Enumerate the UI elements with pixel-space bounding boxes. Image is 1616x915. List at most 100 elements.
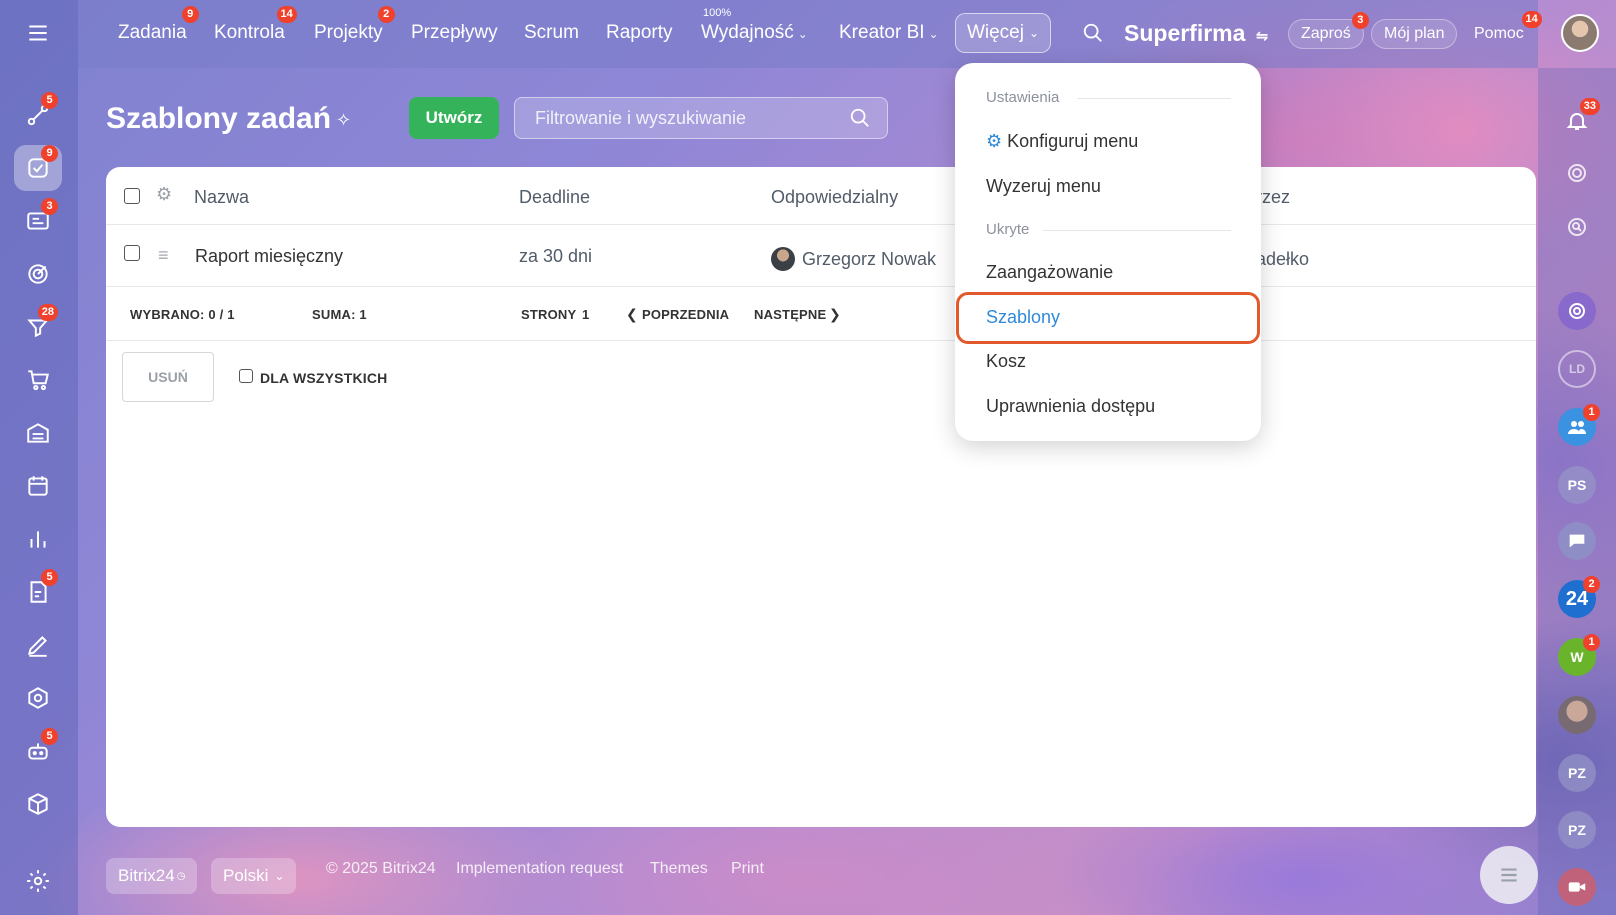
sidebar-item-automation[interactable] <box>14 675 62 721</box>
row-name[interactable]: Raport miesięczny <box>195 246 343 267</box>
gear-icon <box>27 870 49 892</box>
copilot-icon[interactable] <box>1558 292 1596 330</box>
chat-bubble-icon[interactable] <box>1558 522 1596 560</box>
reset-menu-item[interactable]: Wyzeruj menu <box>986 176 1101 197</box>
column-responsible[interactable]: Odpowiedzialny <box>771 187 898 208</box>
prev-page-link[interactable]: POPRZEDNIA <box>642 307 729 322</box>
column-name[interactable]: Nazwa <box>194 187 249 208</box>
row-responsible[interactable]: Grzegorz Nowak <box>802 249 936 270</box>
help-badge: 14 <box>1521 11 1542 28</box>
themes-link[interactable]: Themes <box>650 860 708 878</box>
nav-more-button[interactable]: Więcej ⌄ <box>955 13 1051 53</box>
permissions-menu-item[interactable]: Uprawnienia dostępu <box>986 396 1155 417</box>
target-icon[interactable] <box>1558 154 1596 192</box>
feed-badge: 28 <box>37 304 58 321</box>
page-title: Szablony zadań <box>106 102 332 135</box>
chevron-down-icon: ⌄ <box>274 869 285 883</box>
column-deadline[interactable]: Deadline <box>519 187 590 208</box>
sidebar-item-docs[interactable]: 5 <box>14 569 62 615</box>
sidebar-item-sign[interactable] <box>14 622 62 668</box>
bar-chart-icon <box>30 531 46 548</box>
nav-tab-flows[interactable]: Przepływy <box>411 22 498 44</box>
sidebar-item-bots[interactable]: 5 <box>14 728 62 774</box>
next-page-link[interactable]: NASTĘPNE <box>754 307 826 322</box>
column-created-by[interactable]: rzez <box>1256 187 1290 208</box>
pen-icon <box>27 636 47 657</box>
language-selector[interactable]: Polski ⌄ <box>211 858 297 894</box>
invite-button[interactable]: Zaproś 3 <box>1288 12 1369 49</box>
search-chat-icon[interactable] <box>1558 208 1596 246</box>
chat-fab-button[interactable] <box>1480 846 1538 904</box>
row-checkbox[interactable] <box>124 245 140 261</box>
contact-ld[interactable]: LD <box>1558 350 1596 388</box>
nav-tab-projects[interactable]: Projekty 2 <box>314 6 395 44</box>
right-sidebar: 33 LD 1 PS 24 2 W 1 PZ PZ <box>1538 68 1616 915</box>
for-all-checkbox[interactable] <box>239 369 253 383</box>
contact-w[interactable]: W 1 <box>1558 634 1600 676</box>
nav-tab-tasks[interactable]: Zadania 9 <box>118 6 199 44</box>
table-row[interactable]: ≡ Raport miesięczny za 30 dni Grzegorz N… <box>106 225 1536 287</box>
nav-tab-reports[interactable]: Raporty <box>606 22 673 44</box>
templates-menu-item[interactable]: Szablony <box>986 307 1060 328</box>
hamburger-menu-icon[interactable] <box>14 10 62 56</box>
sidebar-item-crm[interactable]: 3 <box>14 198 62 244</box>
chevron-right-icon[interactable]: ❯ <box>829 306 841 323</box>
sidebar-item-feed[interactable]: 28 <box>14 304 62 350</box>
sidebar-item-flows[interactable]: 5 <box>14 92 62 138</box>
row-created-by[interactable]: adełko <box>1256 249 1309 270</box>
sidebar-item-goals[interactable] <box>14 251 62 297</box>
engagement-menu-item[interactable]: Zaangażowanie <box>986 262 1113 283</box>
bitrix24-brand-button[interactable]: Bitrix24 ◷ <box>106 858 198 894</box>
print-link[interactable]: Print <box>731 860 764 878</box>
select-all-checkbox[interactable] <box>124 188 140 204</box>
tasks-badge: 9 <box>41 145 58 162</box>
dropdown-section-hidden: Ukryte <box>986 221 1030 238</box>
filter-search-input[interactable]: Filtrowanie i wyszukiwanie <box>514 97 888 139</box>
help-button[interactable]: Pomoc 14 <box>1462 11 1542 49</box>
bitrix24-badge: 2 <box>1583 576 1600 593</box>
notifications-bell-icon[interactable]: 33 <box>1558 98 1600 140</box>
language-label: Polski <box>223 866 269 885</box>
contact-pz-2[interactable]: PZ <box>1558 811 1596 849</box>
grid-footer: WYBRANO: 0 / 1 SUMA: 1 STRONY 1 ❮ POPRZE… <box>106 287 1536 341</box>
company-name[interactable]: Superfirma ⇋ <box>1124 20 1268 47</box>
invite-label: Zaproś <box>1301 25 1351 42</box>
pin-icon[interactable]: ✧ <box>336 110 351 131</box>
nav-badge: 14 <box>276 6 297 23</box>
pages-label: STRONY <box>521 307 577 322</box>
settings-sliders-icon: ⇋ <box>1255 28 1269 45</box>
contact-pz-1[interactable]: PZ <box>1558 754 1596 792</box>
nav-tab-scrum[interactable]: Scrum <box>524 22 579 44</box>
cart-icon <box>28 370 49 391</box>
nav-tab-control[interactable]: Kontrola 14 <box>214 6 297 44</box>
nav-tab-efficiency[interactable]: 100% Wydajność ⌄ <box>701 7 808 44</box>
sidebar-item-shop[interactable] <box>14 357 62 403</box>
contact-ps[interactable]: PS <box>1558 466 1596 504</box>
sidebar-item-analytics[interactable] <box>14 516 62 562</box>
user-avatar[interactable] <box>1561 14 1599 52</box>
sidebar-item-tasks[interactable]: 9 <box>14 145 62 191</box>
row-menu-icon[interactable]: ≡ <box>158 245 169 266</box>
configure-menu-item[interactable]: ⚙ Konfiguruj menu <box>986 131 1138 152</box>
nav-tab-label: Projekty <box>314 22 383 43</box>
create-button[interactable]: Utwórz <box>409 97 499 139</box>
group-chat-icon[interactable]: 1 <box>1558 404 1600 446</box>
sidebar-item-warehouse[interactable] <box>14 410 62 456</box>
sidebar-item-market[interactable] <box>14 781 62 827</box>
calendar-icon <box>28 476 48 496</box>
delete-button[interactable]: USUŃ <box>122 352 214 402</box>
trash-menu-item[interactable]: Kosz <box>986 351 1026 372</box>
total-count: SUMA: 1 <box>312 307 367 322</box>
video-call-icon[interactable] <box>1558 868 1596 906</box>
search-icon[interactable] <box>1082 22 1104 49</box>
sidebar-item-calendar[interactable] <box>14 463 62 509</box>
sidebar-item-settings[interactable] <box>14 858 62 904</box>
nav-tab-bi-builder[interactable]: Kreator BI ⌄ <box>839 22 939 44</box>
gear-icon[interactable]: ⚙ <box>156 184 172 205</box>
chevron-left-icon[interactable]: ❮ <box>626 306 638 323</box>
bitrix24-icon[interactable]: 24 2 <box>1558 576 1600 618</box>
implementation-request-link[interactable]: Implementation request <box>456 860 623 878</box>
contact-avatar[interactable] <box>1558 696 1596 734</box>
brand-label: Bitrix24 <box>118 866 175 885</box>
my-plan-button[interactable]: Mój plan <box>1371 19 1458 49</box>
